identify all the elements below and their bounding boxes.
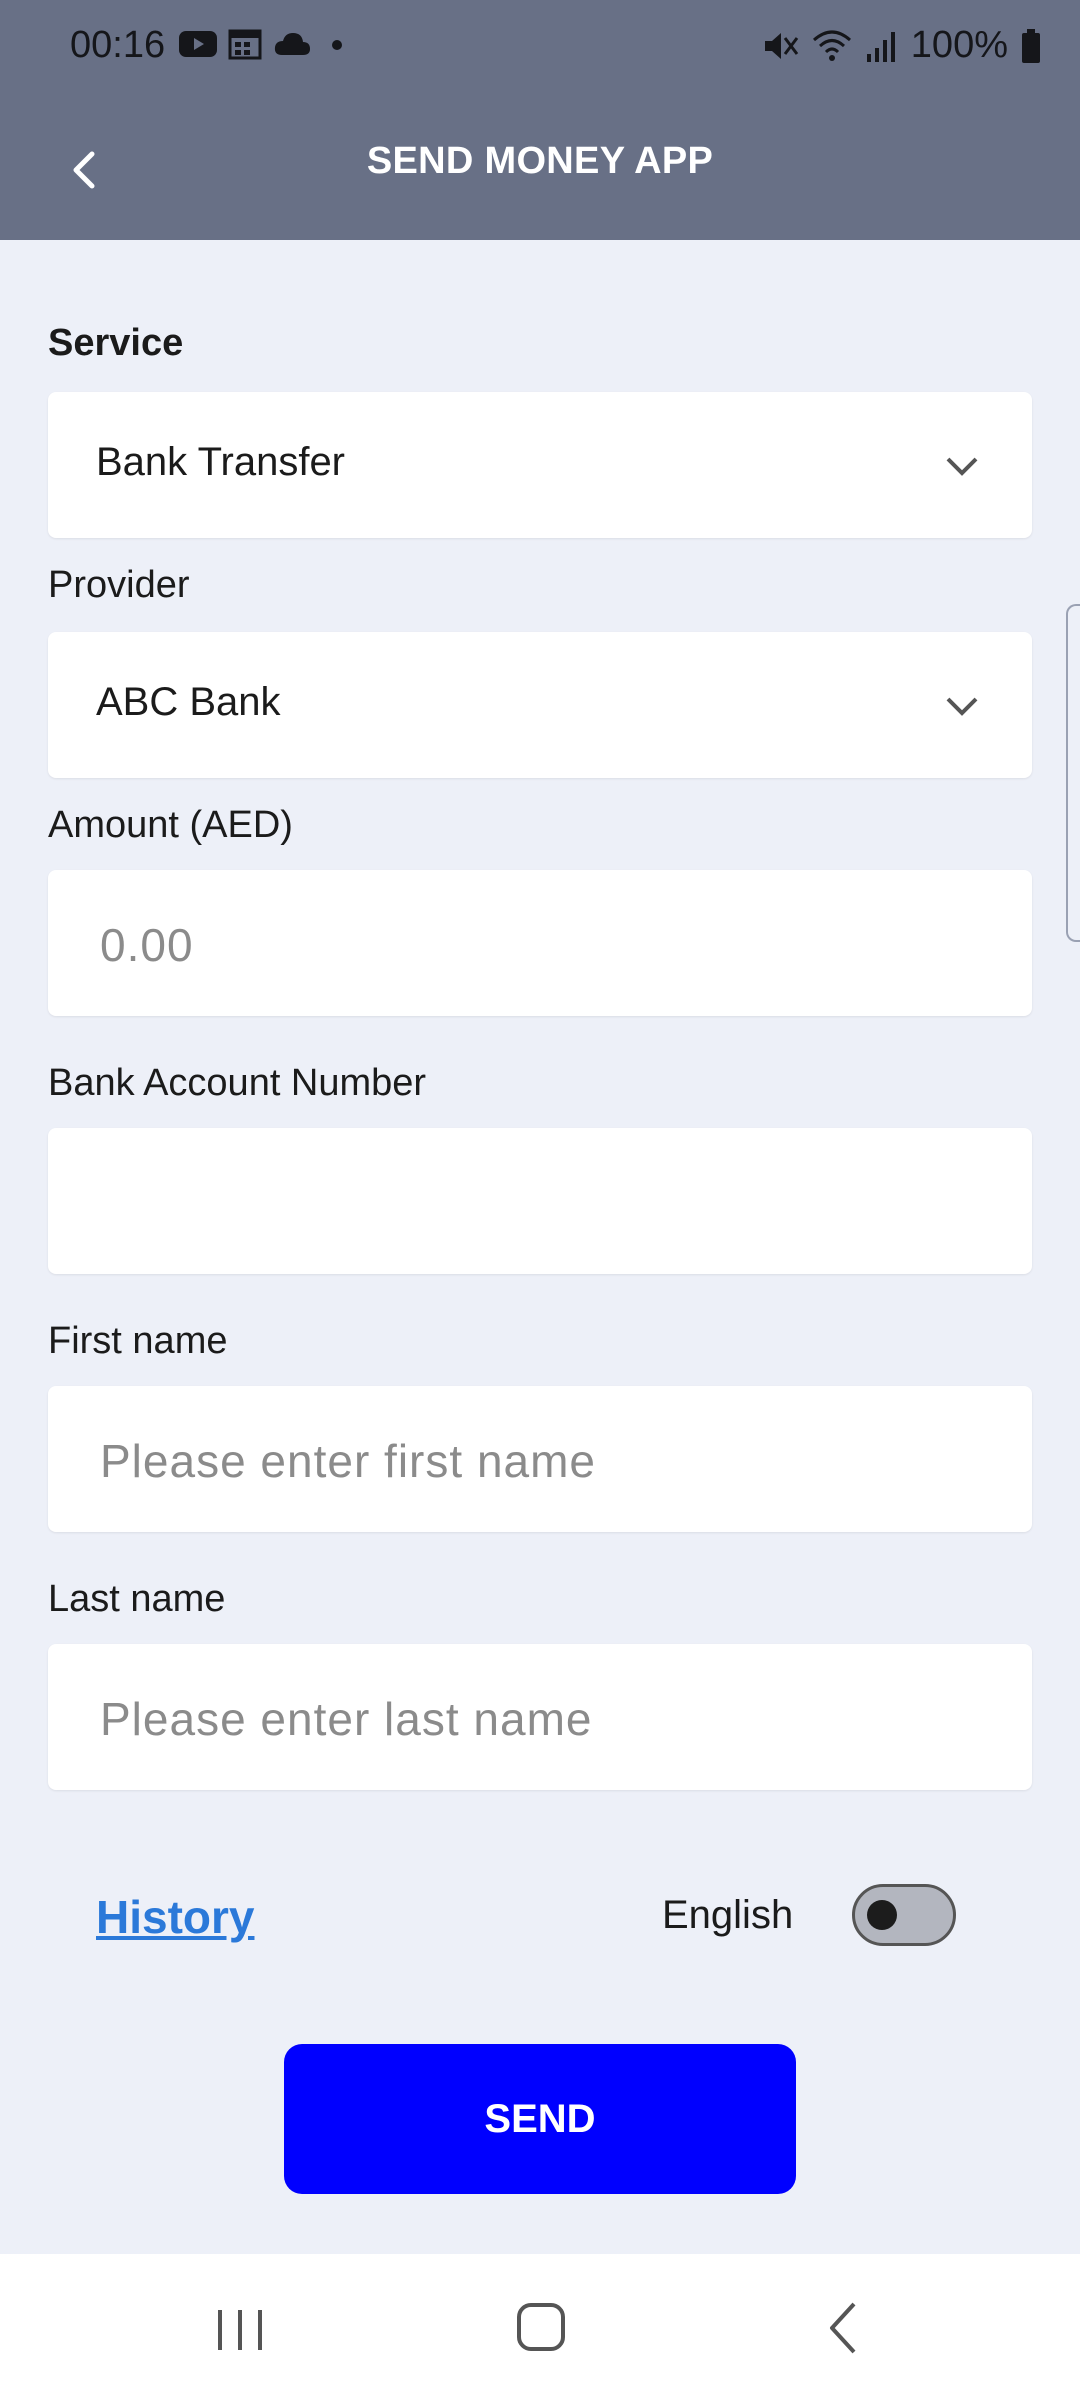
cloud-icon [274,33,310,55]
provider-dropdown[interactable]: ABC Bank [48,632,1032,778]
status-bar: 00:16 100% [0,0,1080,96]
youtube-icon [179,31,217,57]
first-name-placeholder: Please enter first name [100,1435,597,1487]
first-name-input[interactable]: Please enter first name [48,1386,1032,1532]
language-toggle[interactable] [852,1884,956,1946]
battery-icon [1022,28,1040,63]
notification-icons [178,28,352,60]
mute-icon [764,32,798,59]
amount-placeholder: 0.00 [100,919,194,971]
last-name-input[interactable]: Please enter last name [48,1644,1032,1790]
toggle-knob [867,1900,897,1930]
app-bar: SEND MONEY APP [0,96,1080,240]
send-button[interactable]: SEND [284,2044,796,2194]
history-link[interactable]: History [96,1890,254,1944]
status-time: 00:16 [70,24,166,66]
battery-percentage: 100% [910,24,1008,66]
provider-label: Provider [48,564,190,606]
wifi-icon [812,30,851,61]
amount-label: Amount (AED) [48,804,293,846]
scrollbar[interactable] [1066,604,1080,942]
service-value: Bank Transfer [96,440,346,484]
system-nav-bar [0,2254,1080,2400]
account-number-label: Bank Account Number [48,1062,427,1104]
chevron-down-icon [946,457,978,476]
service-dropdown[interactable]: Bank Transfer [48,392,1032,538]
account-number-input[interactable] [48,1128,1032,1274]
chevron-down-icon [946,697,978,716]
recent-apps-icon[interactable] [214,2306,266,2354]
last-name-label: Last name [48,1578,226,1620]
signal-icon [866,31,895,62]
system-icons: 100% [761,24,1042,67]
provider-value: ABC Bank [96,680,281,724]
language-label: English [662,1893,794,1937]
dot-icon [332,40,342,50]
page-title: SEND MONEY APP [366,140,714,182]
home-icon[interactable] [516,2300,566,2354]
calendar-icon [228,29,262,60]
amount-input[interactable]: 0.00 [48,870,1032,1016]
last-name-placeholder: Please enter last name [100,1693,593,1745]
back-nav-icon[interactable] [824,2300,864,2356]
service-label: Service [48,322,184,364]
first-name-label: First name [48,1320,228,1362]
